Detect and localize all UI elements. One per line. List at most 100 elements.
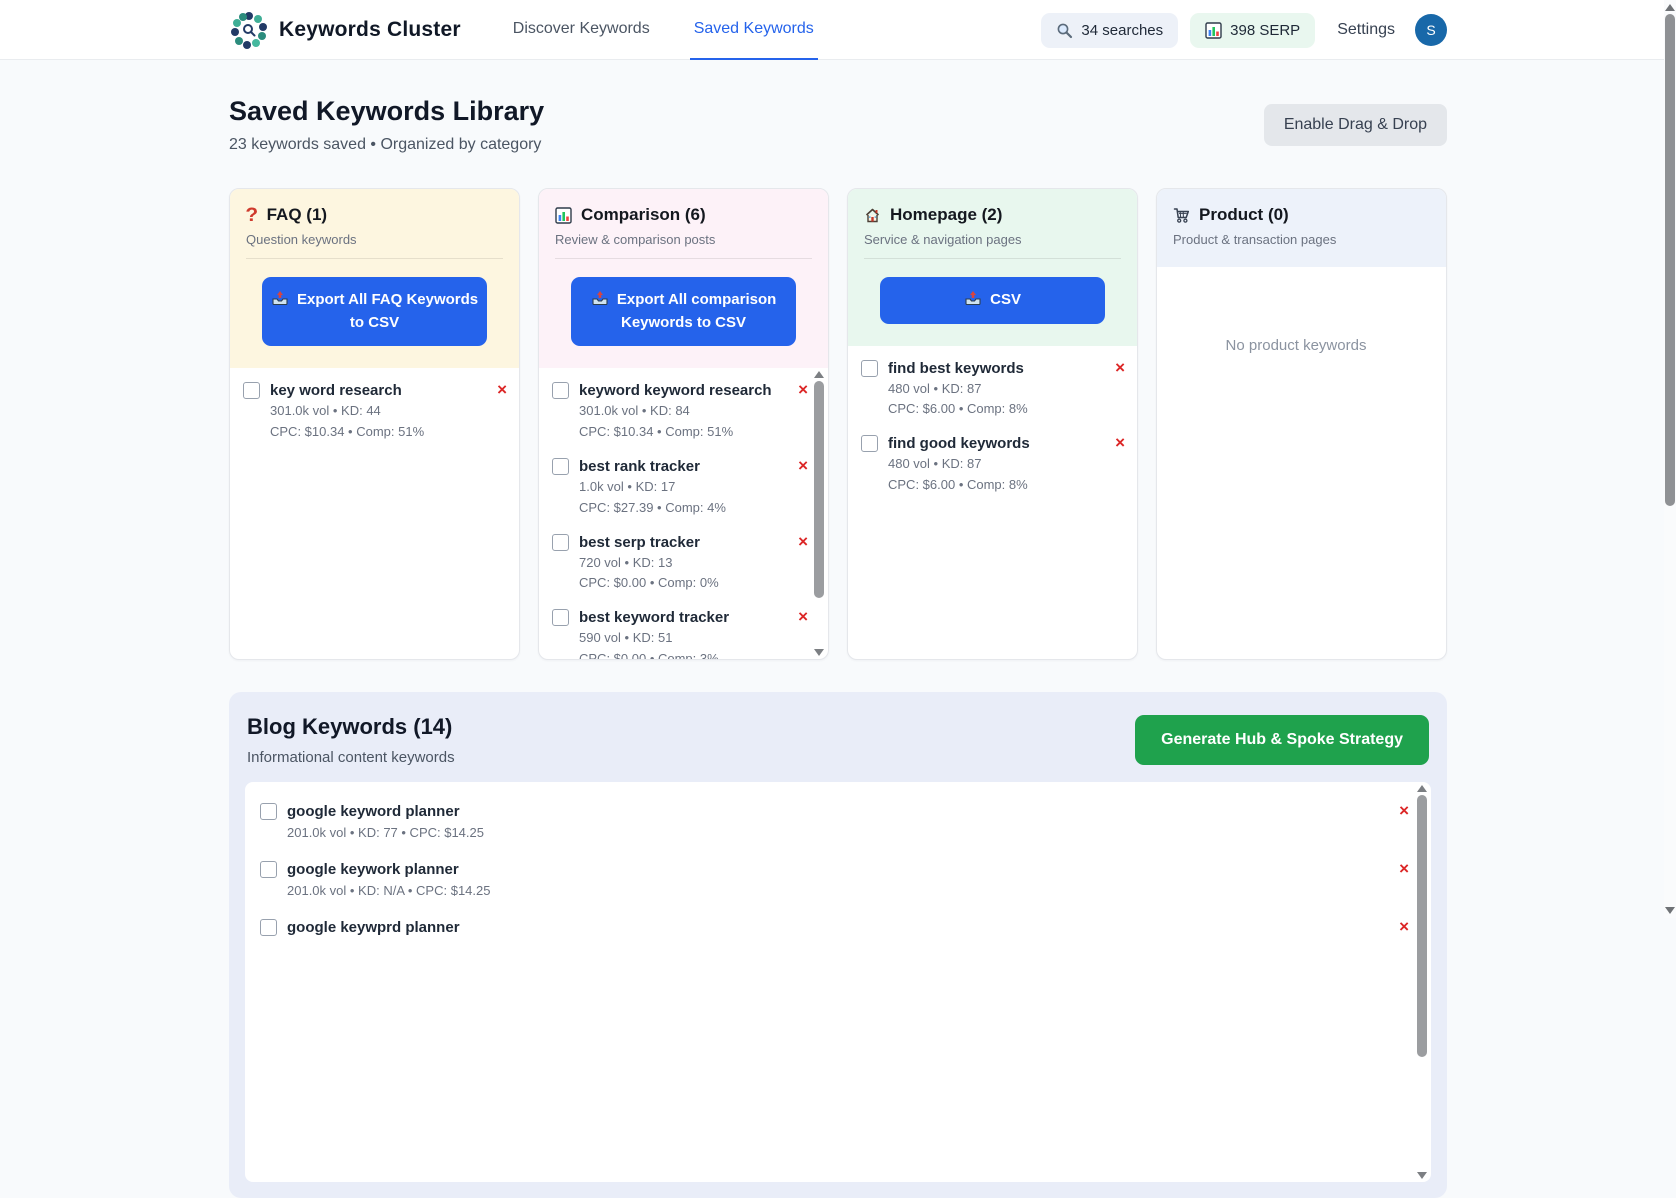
keyword-name: keyword keyword research xyxy=(579,382,772,399)
category-subtitle: Review & comparison posts xyxy=(555,232,812,259)
keyword-cpc-comp: CPC: $27.39 • Comp: 4% xyxy=(579,500,796,517)
house-icon xyxy=(864,207,881,224)
scroll-up-arrow-icon[interactable] xyxy=(1665,4,1675,11)
keyword-cpc-comp: CPC: $10.34 • Comp: 51% xyxy=(579,424,796,441)
keyword-volume-kd: 480 vol • KD: 87 xyxy=(888,456,1113,473)
keyword-stats: 201.0k vol • KD: 77 • CPC: $14.25 xyxy=(287,825,1335,842)
bar-chart-icon xyxy=(555,207,572,224)
keyword-checkbox[interactable] xyxy=(260,803,277,820)
empty-state-text: No product keywords xyxy=(1170,337,1422,354)
keyword-item: × key word research 301.0k vol • KD: 44 … xyxy=(243,382,495,441)
keyword-stats: 201.0k vol • KD: N/A • CPC: $14.25 xyxy=(287,883,1335,900)
user-avatar[interactable]: S xyxy=(1415,14,1447,46)
scrollbar-thumb[interactable] xyxy=(814,381,824,598)
keyword-item: × find best keywords 480 vol • KD: 87 CP… xyxy=(861,360,1113,419)
export-comparison-csv-button[interactable]: Export All comparison Keywords to CSV xyxy=(571,277,796,346)
category-title: Homepage (2) xyxy=(890,205,1002,225)
delete-keyword-button[interactable]: × xyxy=(798,608,808,625)
export-button-label: Export All FAQ Keywords to CSV xyxy=(297,291,478,331)
page-title: Saved Keywords Library xyxy=(229,96,544,127)
tab-discover-keywords[interactable]: Discover Keywords xyxy=(509,0,654,60)
scroll-down-arrow-icon[interactable] xyxy=(1665,907,1675,914)
settings-link[interactable]: Settings xyxy=(1337,21,1395,39)
keyword-volume-kd: 1.0k vol • KD: 17 xyxy=(579,479,796,496)
keyword-checkbox[interactable] xyxy=(861,360,878,377)
page-scrollbar[interactable] xyxy=(1664,0,1676,918)
keyword-name: google keywprd planner xyxy=(287,919,460,936)
main-nav: Discover Keywords Saved Keywords xyxy=(509,0,818,60)
serp-count: 398 SERP xyxy=(1230,22,1300,39)
keyword-checkbox[interactable] xyxy=(552,609,569,626)
delete-keyword-button[interactable]: × xyxy=(1115,434,1125,451)
keyword-checkbox[interactable] xyxy=(260,861,277,878)
keyword-item: × best keyword tracker 590 vol • KD: 51 … xyxy=(552,609,796,659)
faq-keyword-list: × key word research 301.0k vol • KD: 44 … xyxy=(230,368,519,659)
keyword-volume-kd: 301.0k vol • KD: 44 xyxy=(270,403,495,420)
scroll-down-arrow-icon[interactable] xyxy=(1417,1172,1427,1179)
keyword-cpc-comp: CPC: $0.00 • Comp: 0% xyxy=(579,575,796,592)
generate-hub-spoke-button[interactable]: Generate Hub & Spoke Strategy xyxy=(1135,715,1429,765)
keyword-name: find good keywords xyxy=(888,435,1030,452)
enable-drag-drop-button[interactable]: Enable Drag & Drop xyxy=(1264,104,1447,146)
upload-tray-icon xyxy=(964,289,982,307)
delete-keyword-button[interactable]: × xyxy=(798,457,808,474)
delete-keyword-button[interactable]: × xyxy=(1115,359,1125,376)
serp-badge: 398 SERP xyxy=(1190,13,1315,48)
top-nav-bar: Keywords Cluster Discover Keywords Saved… xyxy=(0,0,1676,60)
scroll-up-arrow-icon[interactable] xyxy=(814,371,824,378)
keyword-volume-kd: 590 vol • KD: 51 xyxy=(579,630,796,647)
blog-keyword-list: × google keyword planner 201.0k vol • KD… xyxy=(245,782,1431,1182)
keyword-cpc-comp: CPC: $6.00 • Comp: 8% xyxy=(888,401,1113,418)
keyword-checkbox[interactable] xyxy=(552,458,569,475)
delete-keyword-button[interactable]: × xyxy=(798,533,808,550)
delete-keyword-button[interactable]: × xyxy=(497,381,507,398)
scroll-down-arrow-icon[interactable] xyxy=(814,649,824,656)
keyword-item: × best rank tracker 1.0k vol • KD: 17 CP… xyxy=(552,458,796,517)
keyword-item: × google keywork planner 201.0k vol • KD… xyxy=(260,852,1335,910)
tab-saved-keywords[interactable]: Saved Keywords xyxy=(690,0,818,60)
magnifier-icon xyxy=(1056,22,1073,39)
keyword-item: × find good keywords 480 vol • KD: 87 CP… xyxy=(861,435,1113,494)
list-scrollbar[interactable] xyxy=(813,371,825,656)
product-keyword-list: No product keywords xyxy=(1157,267,1446,659)
app-title: Keywords Cluster xyxy=(279,18,461,42)
category-card-faq: ? FAQ (1) Question keywords Export All F… xyxy=(229,188,520,660)
export-button-label: CSV xyxy=(990,291,1021,308)
keyword-checkbox[interactable] xyxy=(861,435,878,452)
searches-badge: 34 searches xyxy=(1041,13,1178,48)
delete-keyword-button[interactable]: × xyxy=(1399,918,1409,935)
keyword-name: best serp tracker xyxy=(579,534,700,551)
shopping-cart-icon xyxy=(1173,207,1190,224)
delete-keyword-button[interactable]: × xyxy=(1399,802,1409,819)
keyword-volume-kd: 480 vol • KD: 87 xyxy=(888,381,1113,398)
export-homepage-csv-button[interactable]: CSV xyxy=(880,277,1105,324)
page-subtitle: 23 keywords saved • Organized by categor… xyxy=(229,136,544,154)
keyword-checkbox[interactable] xyxy=(260,919,277,936)
searches-count: 34 searches xyxy=(1081,22,1163,39)
app-logo-wrap: Keywords Cluster xyxy=(229,10,461,50)
keyword-item: × best serp tracker 720 vol • KD: 13 CPC… xyxy=(552,534,796,593)
category-card-product: Product (0) Product & transaction pages … xyxy=(1156,188,1447,660)
export-button-label: Export All comparison Keywords to CSV xyxy=(617,291,776,331)
keyword-volume-kd: 301.0k vol • KD: 84 xyxy=(579,403,796,420)
category-subtitle: Service & navigation pages xyxy=(864,232,1121,259)
list-scrollbar[interactable] xyxy=(1416,785,1428,1179)
delete-keyword-button[interactable]: × xyxy=(1399,860,1409,877)
export-faq-csv-button[interactable]: Export All FAQ Keywords to CSV xyxy=(262,277,487,346)
keyword-checkbox[interactable] xyxy=(552,382,569,399)
keyword-cpc-comp: CPC: $0.00 • Comp: 3% xyxy=(579,651,796,659)
category-title: Comparison (6) xyxy=(581,205,706,225)
homepage-keyword-list: × find best keywords 480 vol • KD: 87 CP… xyxy=(848,346,1137,660)
keyword-name: best rank tracker xyxy=(579,458,700,475)
keyword-name: google keywork planner xyxy=(287,861,459,878)
main-content: Saved Keywords Library 23 keywords saved… xyxy=(229,60,1447,1198)
keywords-cluster-logo-icon xyxy=(229,10,269,50)
category-title: FAQ (1) xyxy=(267,205,327,225)
keyword-checkbox[interactable] xyxy=(552,534,569,551)
scrollbar-thumb[interactable] xyxy=(1417,795,1427,1057)
keyword-checkbox[interactable] xyxy=(243,382,260,399)
keyword-cpc-comp: CPC: $6.00 • Comp: 8% xyxy=(888,477,1113,494)
scroll-up-arrow-icon[interactable] xyxy=(1417,785,1427,792)
page-scrollbar-thumb[interactable] xyxy=(1665,14,1675,506)
delete-keyword-button[interactable]: × xyxy=(798,381,808,398)
